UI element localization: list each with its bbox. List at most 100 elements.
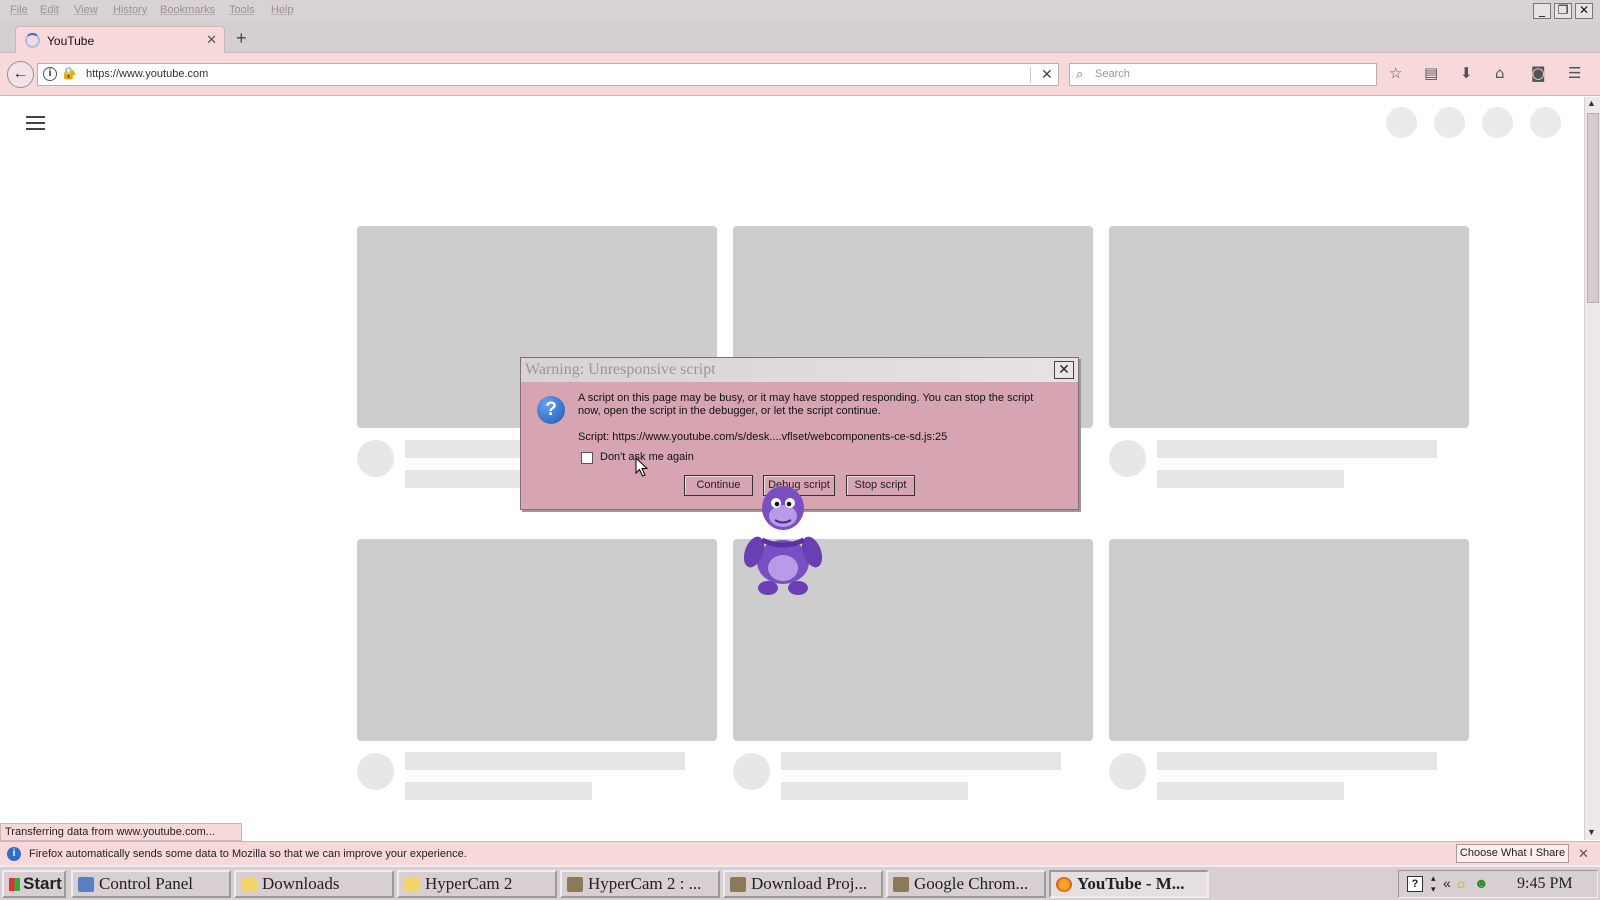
tab-title: YouTube — [47, 34, 95, 48]
hypercam-icon — [567, 877, 583, 892]
dialog-title: Warning: Unresponsive script — [525, 361, 716, 378]
volume-arrows-icon[interactable]: ▴ ▾ — [1431, 873, 1436, 895]
notification-bar: i Firefox automatically sends some data … — [0, 841, 1600, 865]
dialog-script-path: Script: https://www.youtube.com/s/desk..… — [578, 431, 948, 443]
clock: 9:45 PM — [1517, 875, 1573, 892]
control-panel-icon — [78, 877, 94, 892]
menu-history[interactable]: History — [113, 4, 147, 16]
dont-ask-checkbox[interactable] — [581, 452, 593, 464]
menu-help[interactable]: Help — [271, 4, 294, 16]
placeholder-circle — [1386, 107, 1417, 138]
video-thumbnail-placeholder — [357, 539, 717, 741]
scroll-down-icon[interactable]: ▼ — [1587, 827, 1596, 837]
channel-avatar-placeholder — [357, 440, 394, 477]
arrow-left-icon: ← — [12, 65, 29, 82]
network-icon[interactable]: ☼ — [1455, 875, 1468, 891]
start-button[interactable]: Start — [2, 870, 66, 898]
info-icon[interactable]: i — [43, 67, 57, 81]
reading-list-icon[interactable]: ▤ — [1424, 64, 1438, 82]
dialog-titlebar[interactable]: Warning: Unresponsive script ✕ — [521, 358, 1078, 382]
question-icon: ? — [537, 396, 565, 424]
home-icon[interactable]: ⌂ — [1495, 64, 1505, 82]
url-text[interactable]: https://www.youtube.com — [86, 68, 208, 80]
meta-line-placeholder — [781, 782, 968, 800]
menu-tools[interactable]: Tools — [229, 4, 255, 16]
url-bar[interactable]: i 🔒 ▲ https://www.youtube.com ✕ — [37, 63, 1059, 86]
taskbar-item-label: Download Proj... — [751, 874, 868, 893]
channel-avatar-placeholder — [357, 753, 394, 790]
folder-icon — [404, 877, 420, 892]
purple-gorilla-assistant[interactable] — [740, 478, 826, 598]
choose-what-i-share-button[interactable]: Choose What I Share — [1456, 844, 1569, 863]
stop-loading-icon[interactable]: ✕ — [1041, 66, 1053, 83]
back-button[interactable]: ← — [7, 61, 34, 88]
channel-avatar-placeholder — [1109, 753, 1146, 790]
search-placeholder: Search — [1095, 68, 1130, 80]
navigation-bar: ← i 🔒 ▲ https://www.youtube.com ✕ ⌕ Sear… — [0, 53, 1600, 96]
taskbar-item-label: YouTube - M... — [1077, 874, 1185, 893]
star-icon[interactable]: ☆ — [1389, 64, 1402, 82]
search-input[interactable]: ⌕ Search — [1069, 63, 1377, 86]
tray-app-icon[interactable]: ☻ — [1474, 875, 1489, 891]
minimize-button[interactable]: _ — [1533, 3, 1551, 19]
dialog-close-button[interactable]: ✕ — [1054, 361, 1074, 379]
close-window-button[interactable]: ✕ — [1575, 3, 1593, 19]
mouse-cursor-icon — [635, 457, 649, 477]
taskbar-item-download-proj[interactable]: Download Proj... — [723, 870, 883, 898]
taskbar-item-downloads[interactable]: Downloads — [234, 870, 394, 898]
pocket-icon[interactable]: ◙ — [1531, 64, 1546, 82]
search-icon[interactable]: ⌕ — [1076, 66, 1083, 82]
tray-expand-icon[interactable]: « — [1443, 875, 1451, 891]
video-thumbnail-placeholder — [1109, 539, 1469, 741]
meta-line-placeholder — [1157, 782, 1344, 800]
windows-flag-icon — [9, 878, 20, 891]
title-line-placeholder — [1157, 752, 1437, 770]
meta-line-placeholder — [405, 782, 592, 800]
taskbar-item-label: Downloads — [262, 874, 340, 893]
stop-script-button[interactable]: Stop script — [846, 475, 915, 496]
close-tab-icon[interactable]: ✕ — [206, 32, 217, 48]
tab-youtube[interactable]: YouTube ✕ — [15, 26, 225, 54]
hypercam-icon — [893, 877, 909, 892]
menu-edit[interactable]: Edit — [40, 4, 59, 16]
notification-text: Firefox automatically sends some data to… — [29, 848, 467, 860]
firefox-icon — [1056, 877, 1072, 892]
hamburger-menu-icon[interactable] — [26, 116, 45, 131]
system-tray: ? ▴ ▾ « ☼ ☻ 9:45 PM — [1398, 870, 1598, 898]
placeholder-circle — [1482, 107, 1513, 138]
dialog-message: A script on this page may be busy, or it… — [578, 392, 1034, 417]
new-tab-icon[interactable]: + — [236, 28, 247, 49]
taskbar-item-youtube[interactable]: YouTube - M... — [1049, 870, 1209, 898]
menu-bookmarks[interactable]: Bookmarks — [160, 4, 215, 16]
restore-button[interactable]: ❐ — [1554, 3, 1572, 19]
help-icon[interactable]: ? — [1407, 876, 1423, 892]
taskbar-item-label: Control Panel — [99, 874, 193, 893]
warning-icon: ▲ — [68, 67, 78, 78]
scroll-up-icon[interactable]: ▲ — [1587, 98, 1596, 108]
info-icon: i — [7, 847, 21, 861]
taskbar-item-label: HyperCam 2 — [425, 874, 513, 893]
meta-line-placeholder — [1157, 470, 1344, 488]
url-separator — [1030, 67, 1031, 83]
menu-bar: File Edit View History Bookmarks Tools H… — [0, 0, 1600, 22]
tab-bar: YouTube ✕ + — [0, 22, 1600, 54]
menu-file[interactable]: File — [10, 4, 28, 16]
taskbar-item-label: Google Chrom... — [914, 874, 1029, 893]
video-thumbnail-placeholder — [1109, 226, 1469, 428]
menu-icon[interactable]: ☰ — [1568, 64, 1581, 82]
taskbar-item-control-panel[interactable]: Control Panel — [71, 870, 231, 898]
download-icon[interactable]: ⬇ — [1460, 64, 1473, 82]
menu-view[interactable]: View — [74, 4, 98, 16]
taskbar: Start Control Panel Downloads HyperCam 2… — [0, 865, 1600, 900]
taskbar-item-hypercam[interactable]: HyperCam 2 : ... — [560, 870, 720, 898]
placeholder-circle — [1530, 107, 1561, 138]
scrollbar-thumb[interactable] — [1587, 113, 1599, 303]
title-line-placeholder — [1157, 440, 1437, 458]
taskbar-item-hypercam-folder[interactable]: HyperCam 2 — [397, 870, 557, 898]
folder-icon — [241, 877, 257, 892]
close-notification-icon[interactable]: ✕ — [1578, 846, 1589, 862]
title-line-placeholder — [781, 752, 1061, 770]
vertical-scrollbar[interactable]: ▲ ▼ — [1584, 97, 1600, 840]
taskbar-item-google-chrome[interactable]: Google Chrom... — [886, 870, 1046, 898]
start-label: Start — [23, 874, 62, 893]
